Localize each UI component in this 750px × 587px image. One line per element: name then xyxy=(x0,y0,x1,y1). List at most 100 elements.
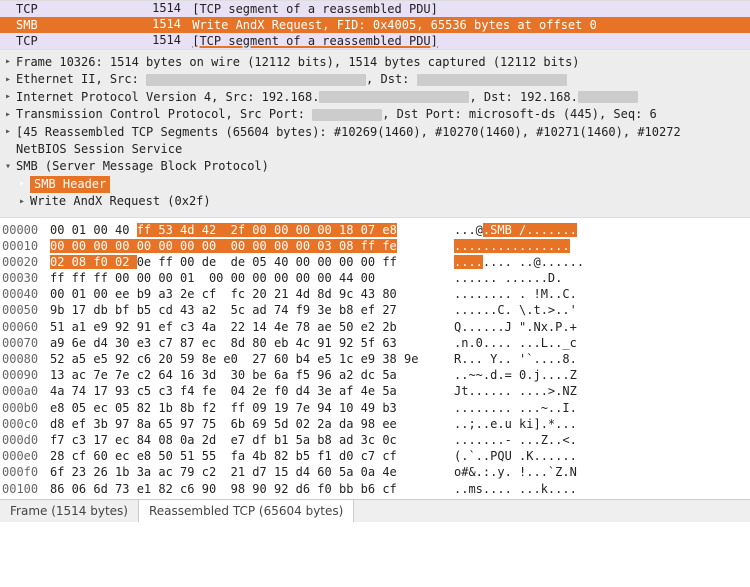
hex-offset: 00030 xyxy=(0,270,50,286)
hex-bytes: 52 a5 e5 92 c6 20 59 8e e0 27 60 b4 e5 1… xyxy=(50,351,430,367)
tree-ethernet[interactable]: Ethernet II, Src: , Dst: xyxy=(0,71,750,88)
hex-ascii: Q......J ".Nx.P.+ xyxy=(430,319,577,335)
hex-ascii: ..~~.d.= 0.j....Z xyxy=(430,367,577,383)
hex-offset: 000b0 xyxy=(0,400,50,416)
tab-reassembled-tcp[interactable]: Reassembled TCP (65604 bytes) xyxy=(139,500,354,522)
hex-row[interactable]: 000a04a 74 17 93 c5 c3 f4 fe 04 2e f0 d4… xyxy=(0,383,750,399)
hex-bytes: 28 cf 60 ec e8 50 51 55 fa 4b 82 b5 f1 d… xyxy=(50,448,430,464)
tree-reassembled[interactable]: [45 Reassembled TCP Segments (65604 byte… xyxy=(0,124,750,141)
hex-row[interactable]: 0008052 a5 e5 92 c6 20 59 8e e0 27 60 b4… xyxy=(0,351,750,367)
expand-icon[interactable] xyxy=(2,90,14,105)
hex-row[interactable]: 000e028 cf 60 ec e8 50 51 55 fa 4b 82 b5… xyxy=(0,448,750,464)
hex-bytes: f7 c3 17 ec 84 08 0a 2d e7 df b1 5a b8 a… xyxy=(50,432,430,448)
tab-frame[interactable]: Frame (1514 bytes) xyxy=(0,500,139,522)
hex-row[interactable]: 0006051 a1 e9 92 91 ef c3 4a 22 14 4e 78… xyxy=(0,319,750,335)
hex-offset: 00080 xyxy=(0,351,50,367)
hex-ascii: Jt...... ....>.NZ xyxy=(430,383,577,399)
hex-ascii: .n.0.... ...L.._c xyxy=(430,335,577,351)
tree-netbios[interactable]: NetBIOS Session Service xyxy=(0,141,750,158)
expand-icon xyxy=(2,142,14,157)
hex-offset: 000f0 xyxy=(0,464,50,480)
hex-ascii: ......C. \.t.>..' xyxy=(430,302,577,318)
hex-bytes: e8 05 ec 05 82 1b 8b f2 ff 09 19 7e 94 1… xyxy=(50,400,430,416)
hex-row[interactable]: 000f06f 23 26 1b 3a ac 79 c2 21 d7 15 d4… xyxy=(0,464,750,480)
hex-row[interactable]: 000b0e8 05 ec 05 82 1b 8b f2 ff 09 19 7e… xyxy=(0,400,750,416)
hex-row[interactable]: 0009013 ac 7e 7e c2 64 16 3d 30 be 6a f5… xyxy=(0,367,750,383)
col-protocol: SMB xyxy=(0,17,140,33)
hex-row[interactable]: 0002002 08 f0 02 0e ff 00 de de 05 40 00… xyxy=(0,254,750,270)
col-length: 1514 xyxy=(140,17,185,33)
hex-offset: 00090 xyxy=(0,367,50,383)
hex-offset: 00060 xyxy=(0,319,50,335)
hex-bytes: 86 06 6d 73 e1 82 c6 90 98 90 92 d6 f0 b… xyxy=(50,481,430,497)
hex-bytes: 00 01 00 40 ff 53 4d 42 2f 00 00 00 00 1… xyxy=(50,222,430,238)
hex-bytes: ff ff ff 00 00 00 01 00 00 00 00 00 00 4… xyxy=(50,270,430,286)
hex-offset: 00040 xyxy=(0,286,50,302)
col-info: [TCP segment of a reassembled PDU] xyxy=(185,1,750,17)
packet-row[interactable]: TCP 1514 [TCP segment of a reassembled P… xyxy=(0,33,750,49)
hex-ascii: (.`..PQU .K...... xyxy=(430,448,577,464)
hex-bytes: 6f 23 26 1b 3a ac 79 c2 21 d7 15 d4 60 5… xyxy=(50,464,430,480)
hex-row[interactable]: 000509b 17 db bf b5 cd 43 a2 5c ad 74 f9… xyxy=(0,302,750,318)
hex-offset: 00020 xyxy=(0,254,50,270)
col-protocol: TCP xyxy=(0,33,140,49)
hex-tabs: Frame (1514 bytes) Reassembled TCP (6560… xyxy=(0,499,750,522)
hex-offset: 000c0 xyxy=(0,416,50,432)
hex-bytes: 13 ac 7e 7e c2 64 16 3d 30 be 6a f5 96 a… xyxy=(50,367,430,383)
col-info: [TCP segment of a reassembled PDU] xyxy=(185,33,750,49)
expand-icon[interactable] xyxy=(2,73,14,88)
expand-icon[interactable] xyxy=(2,108,14,123)
expand-icon[interactable] xyxy=(2,55,14,70)
hex-ascii: ..;..e.u ki].*... xyxy=(430,416,577,432)
hex-row[interactable]: 0000000 01 00 40 ff 53 4d 42 2f 00 00 00… xyxy=(0,222,750,238)
tree-smb[interactable]: SMB (Server Message Block Protocol) xyxy=(0,158,750,175)
tree-tcp[interactable]: Transmission Control Protocol, Src Port:… xyxy=(0,106,750,123)
hex-offset: 00000 xyxy=(0,222,50,238)
col-length: 1514 xyxy=(140,33,185,49)
packet-list: TCP 1514 [TCP segment of a reassembled P… xyxy=(0,0,750,49)
col-protocol: TCP xyxy=(0,1,140,17)
hex-ascii: o#&.:.y. !...`Z.N xyxy=(430,464,577,480)
hex-offset: 000d0 xyxy=(0,432,50,448)
hex-offset: 00050 xyxy=(0,302,50,318)
hex-row[interactable]: 000d0f7 c3 17 ec 84 08 0a 2d e7 df b1 5a… xyxy=(0,432,750,448)
col-info: Write AndX Request, FID: 0x4005, 65536 b… xyxy=(185,17,750,33)
hex-row[interactable]: 000c0d8 ef 3b 97 8a 65 97 75 6b 69 5d 02… xyxy=(0,416,750,432)
hex-ascii: .......- ...Z..<. xyxy=(430,432,577,448)
hex-bytes: 00 01 00 ee b9 a3 2e cf fc 20 21 4d 8d 9… xyxy=(50,286,430,302)
tree-smb-header[interactable]: SMB Header xyxy=(0,176,750,193)
hex-offset: 000a0 xyxy=(0,383,50,399)
hex-row[interactable]: 00030ff ff ff 00 00 00 01 00 00 00 00 00… xyxy=(0,270,750,286)
hex-ascii: R... Y.. '`....8. xyxy=(430,351,577,367)
hex-bytes: 00 00 00 00 00 00 00 00 00 00 00 00 03 0… xyxy=(50,238,430,254)
hex-ascii: ........ . !M..C. xyxy=(430,286,577,302)
packet-row[interactable]: TCP 1514 [TCP segment of a reassembled P… xyxy=(0,1,750,17)
tree-write-andx[interactable]: Write AndX Request (0x2f) xyxy=(0,193,750,210)
hex-bytes: a9 6e d4 30 e3 c7 87 ec 8d 80 eb 4c 91 9… xyxy=(50,335,430,351)
hex-row[interactable]: 0010086 06 6d 73 e1 82 c6 90 98 90 92 d6… xyxy=(0,481,750,497)
packet-row-selected[interactable]: SMB 1514 Write AndX Request, FID: 0x4005… xyxy=(0,17,750,33)
hex-row[interactable]: 00070a9 6e d4 30 e3 c7 87 ec 8d 80 eb 4c… xyxy=(0,335,750,351)
expand-icon[interactable] xyxy=(2,125,14,140)
hex-row[interactable]: 0001000 00 00 00 00 00 00 00 00 00 00 00… xyxy=(0,238,750,254)
tree-ip[interactable]: Internet Protocol Version 4, Src: 192.16… xyxy=(0,89,750,106)
hex-ascii: ........ ..@...... xyxy=(430,254,584,270)
hex-bytes: 4a 74 17 93 c5 c3 f4 fe 04 2e f0 d4 3e a… xyxy=(50,383,430,399)
hex-offset: 00070 xyxy=(0,335,50,351)
col-length: 1514 xyxy=(140,1,185,17)
expand-icon[interactable] xyxy=(16,195,28,210)
collapse-icon[interactable] xyxy=(2,160,14,175)
hex-offset: 00010 xyxy=(0,238,50,254)
hex-dump-pane[interactable]: 0000000 01 00 40 ff 53 4d 42 2f 00 00 00… xyxy=(0,217,750,499)
hex-ascii: ...... ......D. xyxy=(430,270,562,286)
hex-row[interactable]: 0004000 01 00 ee b9 a3 2e cf fc 20 21 4d… xyxy=(0,286,750,302)
hex-ascii: ..ms.... ...k.... xyxy=(430,481,577,497)
expand-icon[interactable] xyxy=(16,177,28,192)
tree-frame[interactable]: Frame 10326: 1514 bytes on wire (12112 b… xyxy=(0,54,750,71)
hex-ascii: ................ xyxy=(430,238,570,254)
hex-ascii: ........ ...~..I. xyxy=(430,400,577,416)
hex-bytes: d8 ef 3b 97 8a 65 97 75 6b 69 5d 02 2a d… xyxy=(50,416,430,432)
hex-ascii: ...@.SMB /....... xyxy=(430,222,577,238)
hex-offset: 00100 xyxy=(0,481,50,497)
hex-bytes: 02 08 f0 02 0e ff 00 de de 05 40 00 00 0… xyxy=(50,254,430,270)
